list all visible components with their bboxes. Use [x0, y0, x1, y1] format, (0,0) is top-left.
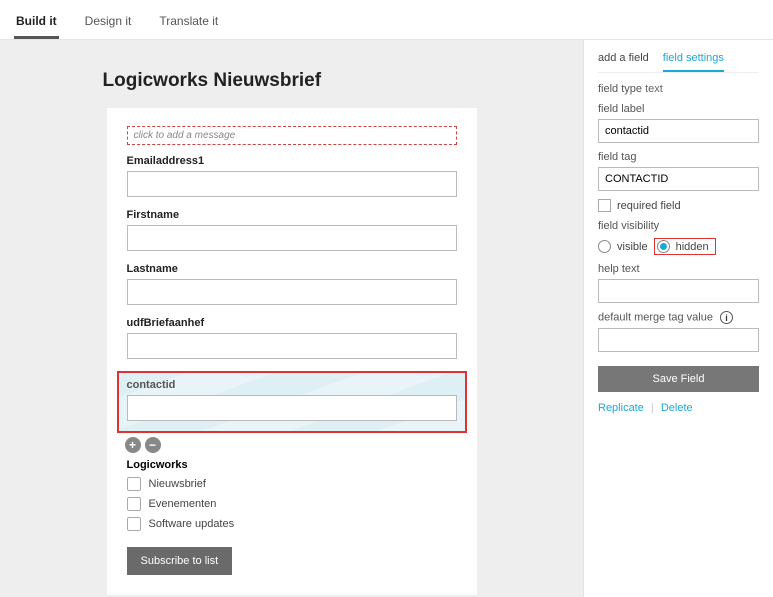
- checkbox-row-0[interactable]: Nieuwsbrief: [127, 477, 457, 491]
- field-email-label: Emailaddress1: [127, 155, 457, 167]
- radio-hidden-label: hidden: [676, 241, 709, 253]
- add-field-button[interactable]: +: [125, 437, 141, 453]
- checkbox-icon[interactable]: [127, 517, 141, 531]
- checkbox-icon[interactable]: [127, 497, 141, 511]
- checkbox-group-title: Logicworks: [127, 459, 457, 471]
- field-tag-label: field tag: [598, 151, 759, 163]
- field-email-input[interactable]: [127, 171, 457, 197]
- form-card-wrap: Logicworks Nieuwsbrief click to add a me…: [107, 70, 477, 597]
- tab-translate[interactable]: Translate it: [157, 8, 220, 39]
- form-title: Logicworks Nieuwsbrief: [103, 70, 477, 92]
- default-merge-label: default merge tag value i: [598, 311, 759, 324]
- checkbox-label-1: Evenementen: [149, 498, 217, 510]
- checkbox-icon[interactable]: [127, 477, 141, 491]
- field-firstname[interactable]: Firstname: [127, 209, 457, 251]
- checkbox-label-2: Software updates: [149, 518, 235, 530]
- field-udf-input[interactable]: [127, 333, 457, 359]
- radio-visible[interactable]: [598, 240, 611, 253]
- link-divider: |: [651, 402, 654, 414]
- radio-hidden-highlight: hidden: [654, 238, 716, 255]
- required-field-label: required field: [617, 200, 681, 212]
- visibility-label: field visibility: [598, 220, 759, 232]
- field-lastname[interactable]: Lastname: [127, 263, 457, 305]
- field-type-label: field type: [598, 83, 642, 95]
- field-udf-label: udfBriefaanhef: [127, 317, 457, 329]
- required-field-row[interactable]: required field: [598, 199, 759, 212]
- field-label-input[interactable]: [598, 119, 759, 143]
- message-placeholder[interactable]: click to add a message: [127, 126, 457, 145]
- radio-visible-label: visible: [617, 241, 648, 253]
- field-udf[interactable]: udfBriefaanhef: [127, 317, 457, 359]
- sidebar-tab-add-field[interactable]: add a field: [598, 52, 649, 72]
- submit-button[interactable]: Subscribe to list: [127, 547, 233, 575]
- field-contactid-label: contactid: [127, 379, 457, 391]
- info-icon[interactable]: i: [720, 311, 733, 324]
- sidebar: add a field field settings field type te…: [583, 40, 773, 597]
- field-tag-input[interactable]: [598, 167, 759, 191]
- delete-link[interactable]: Delete: [661, 402, 693, 414]
- field-contactid-input[interactable]: [127, 395, 457, 421]
- main-tabs: Build it Design it Translate it: [0, 0, 773, 40]
- tab-design[interactable]: Design it: [83, 8, 134, 39]
- field-type-value: text: [645, 83, 663, 95]
- form-card: click to add a message Emailaddress1 Fir…: [107, 108, 477, 595]
- help-text-label: help text: [598, 263, 759, 275]
- remove-field-button[interactable]: −: [145, 437, 161, 453]
- sidebar-links: Replicate | Delete: [598, 402, 759, 414]
- sidebar-tabs: add a field field settings: [598, 52, 759, 73]
- visibility-radio-row: visible hidden: [598, 238, 759, 255]
- sidebar-tab-field-settings[interactable]: field settings: [663, 52, 724, 72]
- field-contactid-selected[interactable]: contactid: [117, 371, 467, 433]
- help-text-input[interactable]: [598, 279, 759, 303]
- canvas: Logicworks Nieuwsbrief click to add a me…: [0, 40, 583, 597]
- radio-hidden[interactable]: [657, 240, 670, 253]
- required-checkbox[interactable]: [598, 199, 611, 212]
- checkbox-row-2[interactable]: Software updates: [127, 517, 457, 531]
- field-label-label: field label: [598, 103, 759, 115]
- checkbox-label-0: Nieuwsbrief: [149, 478, 206, 490]
- save-field-button[interactable]: Save Field: [598, 366, 759, 392]
- field-email[interactable]: Emailaddress1: [127, 155, 457, 197]
- checkbox-row-1[interactable]: Evenementen: [127, 497, 457, 511]
- field-lastname-input[interactable]: [127, 279, 457, 305]
- field-type-row: field type text: [598, 83, 759, 95]
- replicate-link[interactable]: Replicate: [598, 402, 644, 414]
- row-controls: + −: [125, 437, 457, 453]
- default-merge-input[interactable]: [598, 328, 759, 352]
- field-lastname-label: Lastname: [127, 263, 457, 275]
- field-firstname-label: Firstname: [127, 209, 457, 221]
- tab-build[interactable]: Build it: [14, 8, 59, 39]
- workspace: Logicworks Nieuwsbrief click to add a me…: [0, 40, 773, 597]
- field-firstname-input[interactable]: [127, 225, 457, 251]
